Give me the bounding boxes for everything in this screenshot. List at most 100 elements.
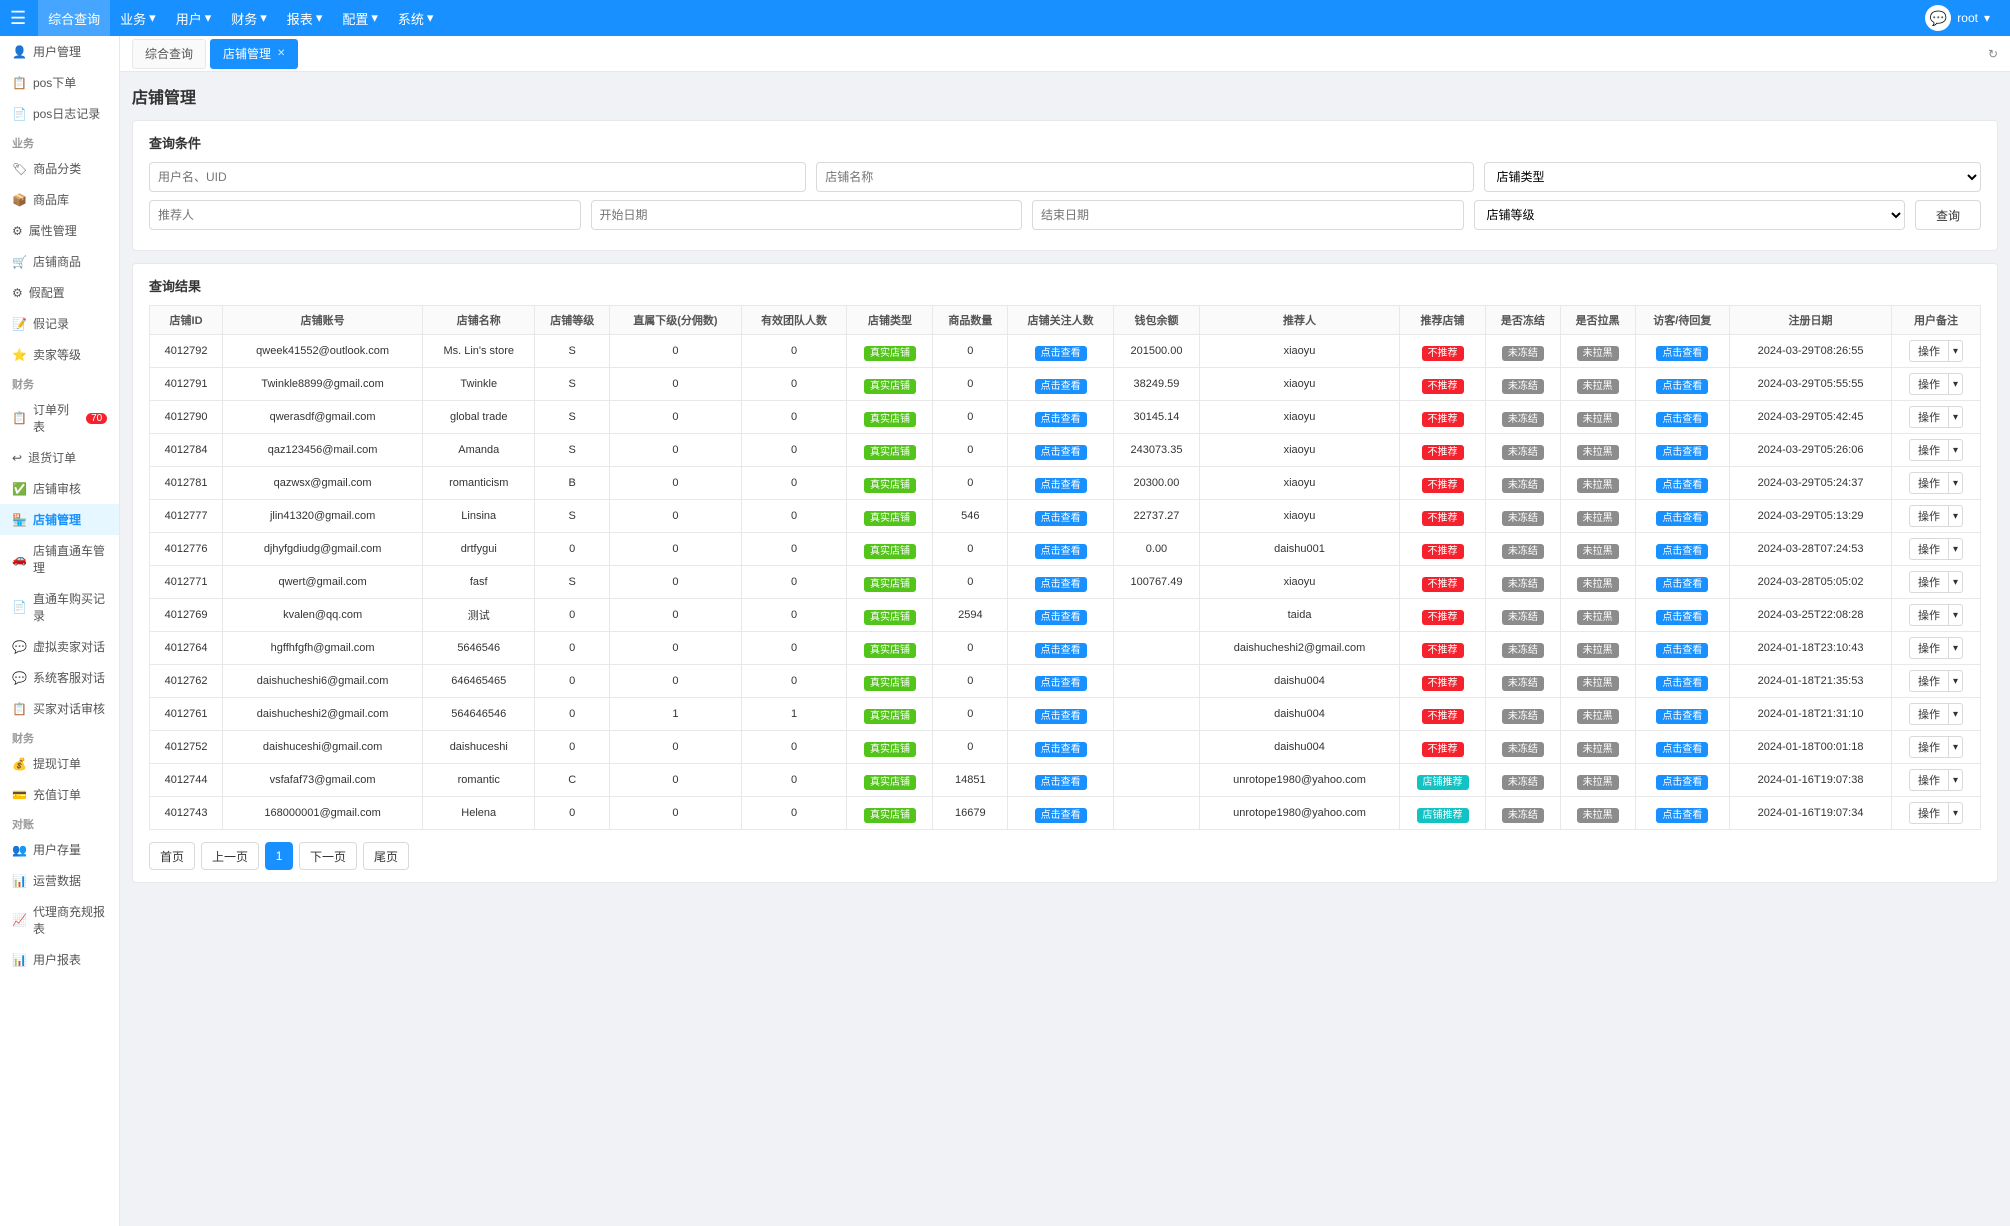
first-page-button[interactable]: 首页 (149, 842, 195, 870)
sidebar-item-店铺审核[interactable]: ✅ 店铺审核 (0, 473, 119, 504)
followers-link[interactable]: 点击查看 (1035, 643, 1087, 658)
sidebar-item-店铺直通车管理[interactable]: 🚗 店铺直通车管理 (0, 535, 119, 583)
action-dropdown-button[interactable]: ▾ (1948, 406, 1963, 428)
tab-close-icon[interactable]: ✕ (277, 48, 285, 59)
prev-page-button[interactable]: 上一页 (201, 842, 259, 870)
cell-visitors[interactable]: 点击查看 (1635, 764, 1730, 797)
visitors-link[interactable]: 点击查看 (1656, 742, 1708, 757)
action-split-button[interactable]: 操作 ▾ (1909, 340, 1963, 362)
sidebar-item-用户存量[interactable]: 👥 用户存量 (0, 834, 119, 865)
action-dropdown-button[interactable]: ▾ (1948, 340, 1963, 362)
sidebar-item-pos下单[interactable]: 📋 pos下单 (0, 67, 119, 98)
followers-link[interactable]: 点击查看 (1035, 445, 1087, 460)
action-dropdown-button[interactable]: ▾ (1948, 439, 1963, 461)
action-split-button[interactable]: 操作 ▾ (1909, 571, 1963, 593)
cell-action[interactable]: 操作 ▾ (1892, 500, 1981, 533)
sidebar-item-直通车购买记录[interactable]: 📄 直通车购买记录 (0, 583, 119, 631)
tab-店铺管理[interactable]: 店铺管理 ✕ (210, 39, 298, 69)
action-main-button[interactable]: 操作 (1909, 637, 1948, 659)
action-dropdown-button[interactable]: ▾ (1948, 571, 1963, 593)
nav-配置[interactable]: 配置 ▾ (332, 0, 388, 36)
cell-visitors[interactable]: 点击查看 (1635, 599, 1730, 632)
cell-visitors[interactable]: 点击查看 (1635, 434, 1730, 467)
cell-visitors[interactable]: 点击查看 (1635, 632, 1730, 665)
action-main-button[interactable]: 操作 (1909, 571, 1948, 593)
action-main-button[interactable]: 操作 (1909, 472, 1948, 494)
sidebar-item-商品库[interactable]: 📦 商品库 (0, 184, 119, 215)
nav-系统[interactable]: 系统 ▾ (388, 0, 444, 36)
cell-visitors[interactable]: 点击查看 (1635, 797, 1730, 830)
menu-icon[interactable]: ☰ (10, 8, 26, 29)
nav-业务[interactable]: 业务 ▾ (110, 0, 166, 36)
nav-综合查询[interactable]: 综合查询 (38, 0, 110, 36)
action-dropdown-button[interactable]: ▾ (1948, 538, 1963, 560)
cell-action[interactable]: 操作 ▾ (1892, 731, 1981, 764)
cell-visitors[interactable]: 点击查看 (1635, 566, 1730, 599)
action-split-button[interactable]: 操作 ▾ (1909, 703, 1963, 725)
next-page-button[interactable]: 下一页 (299, 842, 357, 870)
action-dropdown-button[interactable]: ▾ (1948, 604, 1963, 626)
followers-link[interactable]: 点击查看 (1035, 610, 1087, 625)
action-split-button[interactable]: 操作 ▾ (1909, 505, 1963, 527)
sidebar-item-代理商充规报表[interactable]: 📈 代理商充规报表 (0, 896, 119, 944)
cell-action[interactable]: 操作 ▾ (1892, 665, 1981, 698)
followers-link[interactable]: 点击查看 (1035, 478, 1087, 493)
action-dropdown-button[interactable]: ▾ (1948, 703, 1963, 725)
cell-action[interactable]: 操作 ▾ (1892, 401, 1981, 434)
visitors-link[interactable]: 点击查看 (1656, 577, 1708, 592)
visitors-link[interactable]: 点击查看 (1656, 709, 1708, 724)
cell-visitors[interactable]: 点击查看 (1635, 665, 1730, 698)
action-split-button[interactable]: 操作 ▾ (1909, 538, 1963, 560)
sidebar-item-虚拟卖家对话[interactable]: 💬 虚拟卖家对话 (0, 631, 119, 662)
action-main-button[interactable]: 操作 (1909, 340, 1948, 362)
action-main-button[interactable]: 操作 (1909, 736, 1948, 758)
action-main-button[interactable]: 操作 (1909, 769, 1948, 791)
visitors-link[interactable]: 点击查看 (1656, 676, 1708, 691)
cell-visitors[interactable]: 点击查看 (1635, 335, 1730, 368)
sidebar-item-系统客服对话[interactable]: 💬 系统客服对话 (0, 662, 119, 693)
followers-link[interactable]: 点击查看 (1035, 544, 1087, 559)
action-main-button[interactable]: 操作 (1909, 670, 1948, 692)
nav-报表[interactable]: 报表 ▾ (277, 0, 333, 36)
action-main-button[interactable]: 操作 (1909, 802, 1948, 824)
sidebar-item-假配置[interactable]: ⚙ 假配置 (0, 277, 119, 308)
action-dropdown-button[interactable]: ▾ (1948, 472, 1963, 494)
nav-财务[interactable]: 财务 ▾ (221, 0, 277, 36)
action-main-button[interactable]: 操作 (1909, 703, 1948, 725)
referrer-input[interactable] (149, 200, 581, 230)
nav-用户[interactable]: 用户 ▾ (166, 0, 222, 36)
sidebar-item-店铺管理[interactable]: 🏪 店铺管理 (0, 504, 119, 535)
sidebar-item-买家对话审核[interactable]: 📋 买家对话审核 (0, 693, 119, 724)
action-split-button[interactable]: 操作 ▾ (1909, 769, 1963, 791)
visitors-link[interactable]: 点击查看 (1656, 610, 1708, 625)
action-split-button[interactable]: 操作 ▾ (1909, 604, 1963, 626)
action-split-button[interactable]: 操作 ▾ (1909, 637, 1963, 659)
followers-link[interactable]: 点击查看 (1035, 346, 1087, 361)
cell-action[interactable]: 操作 ▾ (1892, 335, 1981, 368)
cell-action[interactable]: 操作 ▾ (1892, 764, 1981, 797)
last-page-button[interactable]: 尾页 (363, 842, 409, 870)
sidebar-item-假记录[interactable]: 📝 假记录 (0, 308, 119, 339)
followers-link[interactable]: 点击查看 (1035, 577, 1087, 592)
shop-name-input[interactable] (816, 162, 1473, 192)
sidebar-item-订单列表[interactable]: 📋 订单列表 70 (0, 394, 119, 442)
action-split-button[interactable]: 操作 ▾ (1909, 439, 1963, 461)
visitors-link[interactable]: 点击查看 (1656, 412, 1708, 427)
sidebar-item-属性管理[interactable]: ⚙ 属性管理 (0, 215, 119, 246)
action-split-button[interactable]: 操作 ▾ (1909, 802, 1963, 824)
sidebar-item-pos日志记录[interactable]: 📄 pos日志记录 (0, 98, 119, 129)
action-split-button[interactable]: 操作 ▾ (1909, 373, 1963, 395)
visitors-link[interactable]: 点击查看 (1656, 544, 1708, 559)
action-main-button[interactable]: 操作 (1909, 505, 1948, 527)
cell-action[interactable]: 操作 ▾ (1892, 533, 1981, 566)
followers-link[interactable]: 点击查看 (1035, 709, 1087, 724)
cell-action[interactable]: 操作 ▾ (1892, 467, 1981, 500)
visitors-link[interactable]: 点击查看 (1656, 511, 1708, 526)
action-main-button[interactable]: 操作 (1909, 439, 1948, 461)
cell-action[interactable]: 操作 ▾ (1892, 434, 1981, 467)
sidebar-item-卖家等级[interactable]: ⭐ 卖家等级 (0, 339, 119, 370)
action-main-button[interactable]: 操作 (1909, 604, 1948, 626)
cell-action[interactable]: 操作 ▾ (1892, 599, 1981, 632)
action-dropdown-button[interactable]: ▾ (1948, 637, 1963, 659)
action-dropdown-button[interactable]: ▾ (1948, 769, 1963, 791)
